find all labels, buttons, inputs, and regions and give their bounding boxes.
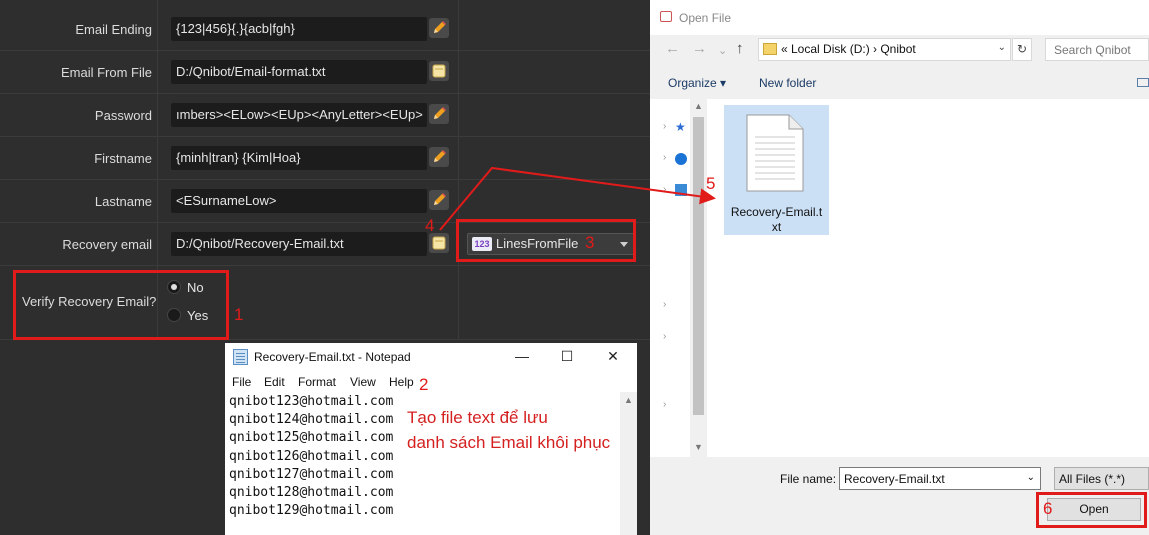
search-input[interactable]: Search Qnibot (1045, 38, 1149, 61)
forward-arrow-icon[interactable]: → (692, 40, 707, 57)
file-icon[interactable] (429, 61, 449, 81)
scroll-down-icon[interactable]: ▼ (690, 442, 707, 452)
menu-file[interactable]: File (232, 375, 251, 389)
step-number-1: 1 (234, 305, 244, 324)
firstname-input[interactable]: {minh|tran} {Kim|Hoa} (171, 146, 427, 170)
chevron-right-icon[interactable]: › (663, 121, 666, 132)
refresh-icon[interactable]: ↻ (1012, 38, 1032, 61)
field-label: Recovery email (62, 237, 152, 252)
file-name-value: Recovery-Email.txt (844, 472, 945, 486)
text-line: qnibot129@hotmail.com (229, 503, 394, 519)
search-placeholder: Search Qnibot (1054, 43, 1131, 57)
file-type-value: All Files (*.*) (1059, 472, 1126, 486)
pencil-icon[interactable] (429, 18, 449, 38)
file-name-input[interactable]: Recovery-Email.txt ⌄ (839, 467, 1041, 490)
highlight-box-dropdown (456, 219, 636, 262)
email-ending-input[interactable]: {123|456}{.}{acb|fgh} (171, 17, 427, 41)
nav-scrollbar[interactable]: ▲ ▼ (690, 99, 707, 457)
row-password: Password ımbers><ELow><EUp><AnyLetter><E… (0, 94, 650, 137)
file-name-label: File name: (780, 472, 837, 486)
file-type-select[interactable]: All Files (*.*) (1054, 467, 1149, 490)
password-input[interactable]: ımbers><ELow><EUp><AnyLetter><EUp> (171, 103, 427, 127)
field-label: Lastname (94, 194, 152, 209)
app-icon (660, 11, 672, 22)
step-number-3: 3 (585, 233, 595, 252)
organize-button[interactable]: Organize ▾ (668, 76, 726, 90)
chevron-right-icon[interactable]: › (663, 399, 666, 410)
row-lastname: Lastname <ESurnameLow> (0, 180, 650, 223)
new-folder-button[interactable]: New folder (759, 76, 816, 90)
highlight-box-open (1036, 492, 1147, 528)
folder-icon (763, 43, 777, 55)
field-label: Email Ending (75, 22, 152, 37)
address-bar[interactable]: « Local Disk (D:) › Qnibot ⌄ (758, 38, 1011, 61)
quick-access-icon[interactable]: ★ (675, 121, 687, 133)
notepad-scrollbar[interactable]: ▲ (620, 392, 637, 535)
pc-icon[interactable] (675, 184, 687, 196)
file-name-line: Recovery-Email.t (730, 205, 823, 219)
menu-view[interactable]: View (350, 375, 376, 389)
address-path: « Local Disk (D:) › Qnibot (781, 42, 916, 56)
annotation-note: Tạo file text để lưu danh sách Email khô… (407, 405, 610, 455)
scroll-thumb[interactable] (693, 117, 704, 415)
recent-chevron-icon[interactable]: ⌄ (718, 44, 727, 57)
field-label: Password (94, 108, 152, 123)
file-list: Recovery-Email.t xt (707, 99, 1149, 457)
text-line: qnibot128@hotmail.com (229, 485, 394, 501)
file-icon[interactable] (429, 233, 449, 253)
up-arrow-icon[interactable]: ↑ (736, 40, 744, 57)
row-email-from-file: Email From File D:/Qnibot/Email-format.t… (0, 51, 650, 94)
recovery-email-input[interactable]: D:/Qnibot/Recovery-Email.txt (171, 232, 427, 256)
dialog-titlebar: Open File (650, 0, 1149, 35)
notepad-titlebar: Recovery-Email.txt - Notepad — ☐ ✕ (225, 343, 637, 371)
onedrive-icon[interactable] (675, 153, 687, 165)
step-number-6: 6 (1043, 499, 1053, 518)
row-firstname: Firstname {minh|tran} {Kim|Hoa} (0, 137, 650, 180)
scroll-up-icon[interactable]: ▲ (690, 101, 707, 111)
step-number-4: 4 (425, 216, 435, 235)
file-name-line: xt (771, 220, 782, 234)
email-from-file-input[interactable]: D:/Qnibot/Email-format.txt (171, 60, 427, 84)
scroll-up-icon[interactable]: ▲ (620, 392, 637, 409)
open-file-dialog: Open File ← → ⌄ ↑ « Local Disk (D:) › Qn… (650, 0, 1149, 535)
dialog-toolbar: Organize ▾ New folder (650, 70, 1149, 97)
row-email-ending: Email Ending {123|456}{.}{acb|fgh} (0, 8, 650, 51)
chevron-right-icon[interactable]: › (663, 299, 666, 310)
chevron-down-icon[interactable]: ⌄ (998, 42, 1006, 53)
pencil-icon[interactable] (429, 147, 449, 167)
chevron-right-icon[interactable]: › (663, 184, 666, 195)
notepad-menubar: File Edit Format View Help (225, 372, 637, 392)
menu-format[interactable]: Format (298, 375, 336, 389)
annotation-line: Tạo file text để lưu (407, 408, 548, 427)
notepad-title: Recovery-Email.txt - Notepad (254, 350, 411, 364)
menu-help[interactable]: Help (389, 375, 414, 389)
chevron-down-icon[interactable]: ⌄ (1027, 472, 1035, 483)
field-label: Firstname (94, 151, 152, 166)
close-icon[interactable]: ✕ (598, 346, 628, 366)
dialog-title: Open File (679, 11, 732, 25)
back-arrow-icon[interactable]: ← (665, 40, 680, 57)
lastname-input[interactable]: <ESurnameLow> (171, 189, 427, 213)
menu-edit[interactable]: Edit (264, 375, 285, 389)
file-name: Recovery-Email.t xt (724, 205, 829, 235)
minimize-icon[interactable]: — (507, 346, 537, 366)
chevron-right-icon[interactable]: › (663, 152, 666, 163)
view-options-icon[interactable] (1137, 78, 1149, 87)
file-item-recovery-email[interactable]: Recovery-Email.t xt (724, 105, 829, 235)
chevron-right-icon[interactable]: › (663, 331, 666, 342)
pencil-icon[interactable] (429, 190, 449, 210)
text-file-icon (746, 114, 804, 192)
notepad-icon (233, 349, 248, 365)
step-number-5: 5 (706, 174, 716, 193)
step-number-2: 2 (419, 375, 429, 394)
field-label: Email From File (60, 65, 152, 80)
pencil-icon[interactable] (429, 104, 449, 124)
highlight-box-verify (13, 270, 229, 340)
annotation-line: danh sách Email khôi phục (407, 433, 611, 452)
maximize-icon[interactable]: ☐ (552, 346, 582, 366)
text-line: qnibot127@hotmail.com (229, 466, 394, 482)
